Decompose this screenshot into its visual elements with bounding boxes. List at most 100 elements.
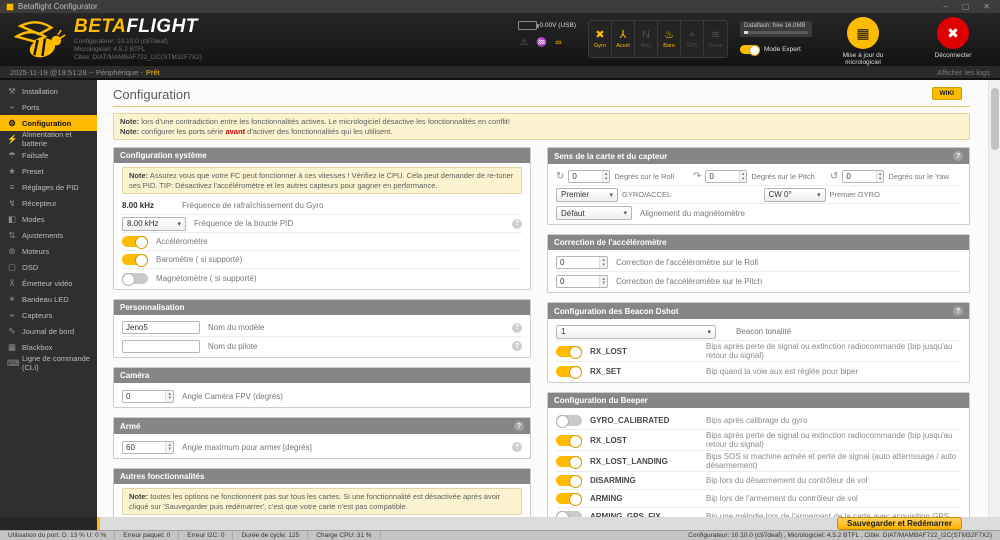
personalization-section: Personnalisation Nom du modèle ?	[113, 299, 531, 358]
help-icon[interactable]: ?	[953, 151, 963, 161]
sensor-toggle[interactable]	[122, 236, 148, 247]
spinner-arrows[interactable]: ▴▾	[599, 276, 607, 287]
axis-degree-input[interactable]	[569, 171, 601, 182]
spinner-arrows[interactable]: ▴▾	[602, 171, 610, 182]
axis-degree-input[interactable]	[706, 171, 738, 182]
disconnect-button[interactable]: ✖ Déconnecter	[914, 17, 992, 59]
sidebar-item[interactable]: ⚙ Configuration	[0, 115, 97, 131]
axis-degree-input[interactable]	[843, 171, 875, 182]
save-and-reboot-button[interactable]: Sauvegarder et Redémarrer	[837, 517, 962, 530]
sidebar-item[interactable]: ↯ Récepteur	[0, 195, 97, 211]
maximize-button[interactable]: ▢	[962, 2, 970, 11]
beacon-condition-row: RX_LOST Bips après perte de signal ou ex…	[556, 341, 961, 362]
beacon-tone-select[interactable]: 1▾	[556, 325, 716, 339]
sidebar-item[interactable]: ⌖ Capteurs	[0, 307, 97, 323]
name-input[interactable]	[123, 341, 199, 352]
sensor-toggle[interactable]	[122, 254, 148, 265]
arming-angle-input[interactable]	[123, 442, 165, 453]
accel-trim-input[interactable]	[557, 257, 599, 268]
battery-voltage: 0.00V (USB)	[540, 22, 577, 29]
sidebar-item-label: Journal de bord	[22, 327, 74, 336]
help-icon[interactable]: ?	[512, 442, 522, 452]
help-icon[interactable]: ?	[512, 219, 522, 229]
beacon-condition-toggle[interactable]	[556, 366, 582, 377]
chevron-down-icon: ▾	[623, 209, 627, 217]
beacon-condition-description: Bip quand la voie aux est réglée pour bi…	[706, 367, 961, 376]
help-icon[interactable]: ?	[953, 306, 963, 316]
sidebar-footer	[0, 517, 97, 530]
sidebar-item[interactable]: ≡ Réglages de PID	[0, 179, 97, 195]
help-icon[interactable]: ?	[514, 421, 524, 431]
log-message: 2025-11-19 @19:51:28 -- Périphérique -	[10, 68, 143, 77]
sidebar-item[interactable]: ☀ Bandeau LED	[0, 291, 97, 307]
help-icon[interactable]: ?	[512, 341, 522, 351]
sidebar: ⚒ Installation ⌁ Ports ⚙ Configuration ⚡…	[0, 80, 97, 517]
beeper-condition-toggle[interactable]	[556, 493, 582, 504]
scrollbar-thumb[interactable]	[991, 88, 999, 150]
sidebar-item[interactable]: ⊛ Moteurs	[0, 243, 97, 259]
sidebar-item-icon: ⚒	[7, 86, 17, 97]
beeper-condition-toggle[interactable]	[556, 435, 582, 446]
chevron-down-icon: ▾	[609, 191, 613, 199]
spinner-arrows[interactable]: ▴▾	[599, 257, 607, 268]
close-button[interactable]: ✕	[983, 2, 990, 11]
spinner-arrows[interactable]: ▴▾	[165, 442, 173, 453]
sidebar-item[interactable]: ⊼ Émetteur vidéo	[0, 275, 97, 291]
sidebar-item[interactable]: ▦ Blackbox	[0, 339, 97, 355]
content-scrollbar[interactable]	[988, 80, 1000, 517]
sidebar-item-label: Capteurs	[22, 311, 52, 320]
sidebar-item[interactable]: ⌁ Ports	[0, 99, 97, 115]
os-titlebar: Betaflight Configurator – ▢ ✕	[0, 0, 1000, 13]
minimize-button[interactable]: –	[943, 2, 947, 11]
features-note: Note: toutes les options ne fonctionnent…	[122, 488, 522, 515]
beacon-condition-toggle[interactable]	[556, 346, 582, 357]
beeper-condition-toggle[interactable]	[556, 415, 582, 426]
camera-angle-input[interactable]	[123, 391, 165, 402]
spinner-arrows[interactable]: ▴▾	[165, 391, 173, 402]
sensor-toggle-label: Magnétomètre ( si supporté)	[156, 274, 257, 283]
usb-disconnect-icon: ✖	[947, 25, 959, 42]
beeper-condition-row: ARMING_GPS_FIX Bip une mélodie lors de l…	[556, 508, 961, 517]
firmware-update-button[interactable]: ▦ Mise à jour du micrologiciel	[824, 17, 902, 66]
spinner-arrows[interactable]: ▴▾	[876, 171, 884, 182]
beeper-condition-toggle[interactable]	[556, 475, 582, 486]
sidebar-item[interactable]: ✎ Journal de bord	[0, 323, 97, 339]
sidebar-item[interactable]: ⌨ Ligne de commande (CLI)	[0, 355, 97, 371]
app-icon	[6, 3, 14, 11]
connection-status: Prêt	[146, 68, 160, 77]
expert-mode-toggle[interactable]	[740, 45, 760, 54]
help-icon[interactable]: ?	[512, 323, 522, 333]
sidebar-item[interactable]: ⚡ Alimentation et batterie	[0, 131, 97, 147]
sidebar-item[interactable]: ◧ Modes	[0, 211, 97, 227]
sensor-label: GPS	[686, 43, 698, 49]
orientation-select[interactable]: Premier▾	[556, 188, 618, 202]
sensor-toggle[interactable]	[122, 273, 148, 284]
expert-mode-label: Mode Expert	[764, 46, 801, 53]
sidebar-item[interactable]: ★ Preset	[0, 163, 97, 179]
beeper-condition-name: ARMING	[590, 494, 698, 503]
sidebar-item[interactable]: ⇅ Ajustements	[0, 227, 97, 243]
sidebar-item[interactable]: ☂ Failsafe	[0, 147, 97, 163]
wiki-button[interactable]: WIKI	[932, 87, 962, 100]
sensor-indicator: ♨ Baro	[658, 21, 681, 57]
name-input[interactable]	[123, 322, 199, 333]
pid-loop-frequency-select[interactable]: 8.00 kHz▾	[122, 217, 186, 231]
accel-trim-input[interactable]	[557, 276, 599, 287]
mag-alignment-select[interactable]: Défaut▾	[556, 206, 632, 220]
sidebar-item-label: Blackbox	[22, 343, 52, 352]
chevron-down-icon: ▾	[177, 220, 181, 228]
sidebar-item-label: Récepteur	[22, 199, 57, 208]
beeper-condition-row: GYRO_CALIBRATED Bips après calibrage du …	[556, 412, 961, 430]
sensor-indicator: ✖ Gyro	[589, 21, 612, 57]
gyro-frequency-value: 8.00 kHz	[122, 201, 174, 210]
sidebar-item-label: Ports	[22, 103, 40, 112]
rotation-axis-icon: ↷	[693, 171, 701, 182]
orientation-select[interactable]: CW 0°▾	[764, 188, 826, 202]
beeper-condition-toggle[interactable]	[556, 456, 582, 467]
sidebar-item[interactable]: ⚒ Installation	[0, 83, 97, 99]
show-logs-link[interactable]: Afficher les logs	[937, 68, 990, 77]
accelerometer-trim-section: Correction de l'accéléromètre ▴▾ Correct…	[547, 234, 970, 293]
sidebar-item[interactable]: ▢ OSD	[0, 259, 97, 275]
other-features-section: Autres fonctionnalités Note: toutes les …	[113, 468, 531, 517]
spinner-arrows[interactable]: ▴▾	[739, 171, 747, 182]
